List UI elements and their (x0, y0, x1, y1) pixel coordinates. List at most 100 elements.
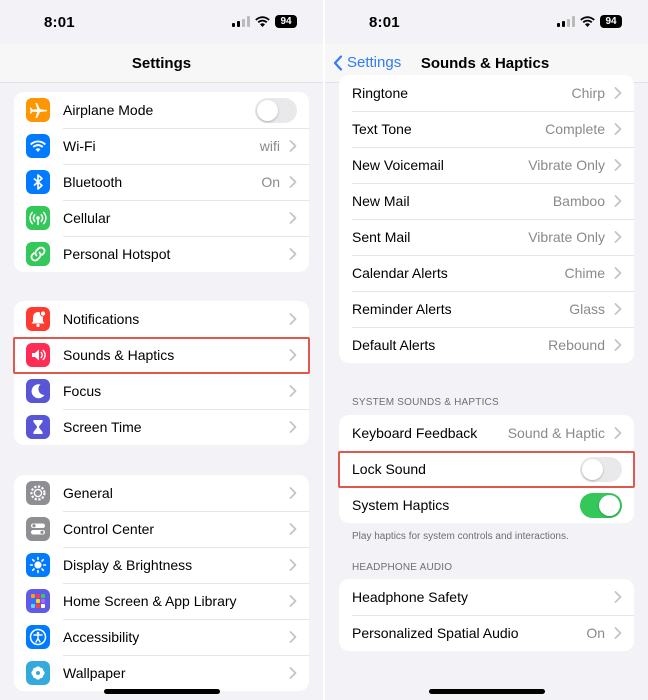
battery-icon: 94 (275, 15, 297, 28)
settings-row-lock-sound[interactable]: Lock Sound (339, 451, 634, 487)
settings-row-keyboard-feedback[interactable]: Keyboard Feedback Sound & Haptic (339, 415, 634, 451)
chevron-right-icon (614, 195, 622, 207)
row-label: Reminder Alerts (352, 301, 452, 317)
nav-bar: Settings (0, 44, 323, 83)
cellular-signal-icon (232, 16, 250, 27)
page-title: Settings (131, 55, 192, 72)
row-label: Sent Mail (352, 229, 411, 245)
bluetooth-icon (26, 170, 50, 194)
chevron-right-icon (289, 176, 297, 188)
toggle-knob (582, 458, 603, 480)
sun-icon (26, 553, 50, 577)
settings-row-cellular[interactable]: Cellular (14, 200, 309, 236)
chevron-right-icon (614, 87, 622, 99)
row-label: Control Center (63, 521, 155, 537)
row-label: Keyboard Feedback (352, 425, 478, 441)
hotspot-icon (26, 242, 50, 266)
row-label: Sounds & Haptics (63, 347, 175, 363)
status-icons: 94 (232, 15, 297, 28)
row-label: Personal Hotspot (63, 246, 171, 262)
settings-row-focus[interactable]: Focus (14, 373, 309, 409)
settings-row-headphone-safety[interactable]: Headphone Safety (339, 579, 634, 615)
chevron-right-icon (289, 487, 297, 499)
row-value: Vibrate Only (528, 157, 605, 173)
settings-row-calendar-alerts[interactable]: Calendar Alerts Chime (339, 255, 634, 291)
row-label: General (63, 485, 113, 501)
settings-row-wi-fi[interactable]: Wi-Fi wifi (14, 128, 309, 164)
settings-row-personal-hotspot[interactable]: Personal Hotspot (14, 236, 309, 272)
settings-row-airplane-mode[interactable]: Airplane Mode (14, 92, 309, 128)
sounds-haptics-screen: 8:01 94 Settings Sounds & Haptics Ringto… (325, 0, 648, 700)
settings-row-new-mail[interactable]: New Mail Bamboo (339, 183, 634, 219)
row-label: System Haptics (352, 497, 450, 513)
row-value: Vibrate Only (528, 229, 605, 245)
row-label: New Voicemail (352, 157, 444, 173)
system-haptics-toggle[interactable] (580, 492, 622, 518)
settings-row-display-and-brightness[interactable]: Display & Brightness (14, 547, 309, 583)
chevron-right-icon (614, 231, 622, 243)
settings-row-bluetooth[interactable]: Bluetooth On (14, 164, 309, 200)
page-title: Sounds & Haptics (420, 55, 550, 72)
status-bar: 8:01 94 (0, 0, 323, 44)
row-label: Focus (63, 383, 102, 399)
settings-row-control-center[interactable]: Control Center (14, 511, 309, 547)
gear-icon (26, 481, 50, 505)
settings-row-wallpaper[interactable]: Wallpaper (14, 655, 309, 691)
home-indicator (104, 689, 220, 694)
switches-icon (26, 517, 50, 541)
chevron-right-icon (289, 212, 297, 224)
settings-row-accessibility[interactable]: Accessibility (14, 619, 309, 655)
settings-row-home-screen-and-app-library[interactable]: Home Screen & App Library (14, 583, 309, 619)
chevron-right-icon (614, 591, 622, 603)
chevron-right-icon (289, 667, 297, 679)
settings-row-ringtone[interactable]: Ringtone Chirp (339, 75, 634, 111)
row-label: Personalized Spatial Audio (352, 625, 519, 641)
settings-row-sent-mail[interactable]: Sent Mail Vibrate Only (339, 219, 634, 255)
chevron-right-icon (289, 523, 297, 535)
chevron-right-icon (614, 427, 622, 439)
row-value: On (586, 625, 605, 641)
chevron-right-icon (614, 267, 622, 279)
moon-icon (26, 379, 50, 403)
row-label: Home Screen & App Library (63, 593, 237, 609)
status-time: 8:01 (44, 14, 75, 31)
row-label: Accessibility (63, 629, 140, 645)
row-label: Cellular (63, 210, 111, 226)
chevron-right-icon (289, 349, 297, 361)
settings-row-reminder-alerts[interactable]: Reminder Alerts Glass (339, 291, 634, 327)
chevron-right-icon (614, 159, 622, 171)
settings-row-sounds-and-haptics[interactable]: Sounds & Haptics (14, 337, 309, 373)
settings-row-system-haptics[interactable]: System Haptics (339, 487, 634, 523)
status-icons: 94 (557, 15, 622, 28)
status-time: 8:01 (369, 14, 400, 31)
chevron-right-icon (289, 559, 297, 571)
lock-sound-toggle[interactable] (580, 456, 622, 482)
row-label: Wi-Fi (63, 138, 96, 154)
settings-row-screen-time[interactable]: Screen Time (14, 409, 309, 445)
settings-row-general[interactable]: General (14, 475, 309, 511)
settings-row-notifications[interactable]: Notifications (14, 301, 309, 337)
settings-row-default-alerts[interactable]: Default Alerts Rebound (339, 327, 634, 363)
toggle-knob (257, 99, 278, 121)
section-header-headphone: HEADPHONE AUDIO (352, 562, 453, 573)
wifi-status-icon (580, 16, 595, 27)
settings-group-notifications: Notifications Sounds & Haptics Focus Screen… (14, 301, 309, 445)
chevron-right-icon (289, 140, 297, 152)
settings-row-text-tone[interactable]: Text Tone Complete (339, 111, 634, 147)
row-label: Headphone Safety (352, 589, 468, 605)
row-label: Default Alerts (352, 337, 436, 353)
chevron-left-icon (333, 54, 343, 71)
settings-row-personalized-spatial-audio[interactable]: Personalized Spatial Audio On (339, 615, 634, 651)
grid-icon (26, 589, 50, 613)
wifi-icon (26, 134, 50, 158)
speaker-icon (26, 343, 50, 367)
row-value: Sound & Haptic (507, 425, 605, 441)
row-value: On (261, 174, 280, 190)
row-label: Wallpaper (63, 665, 126, 681)
chevron-right-icon (289, 421, 297, 433)
settings-screen: 8:01 94 Settings Airplane Mode Wi-Fi wifi B… (0, 0, 323, 700)
row-value: Bamboo (552, 193, 605, 209)
settings-row-new-voicemail[interactable]: New Voicemail Vibrate Only (339, 147, 634, 183)
airplane-mode-toggle[interactable] (255, 97, 297, 123)
chevron-right-icon (614, 627, 622, 639)
